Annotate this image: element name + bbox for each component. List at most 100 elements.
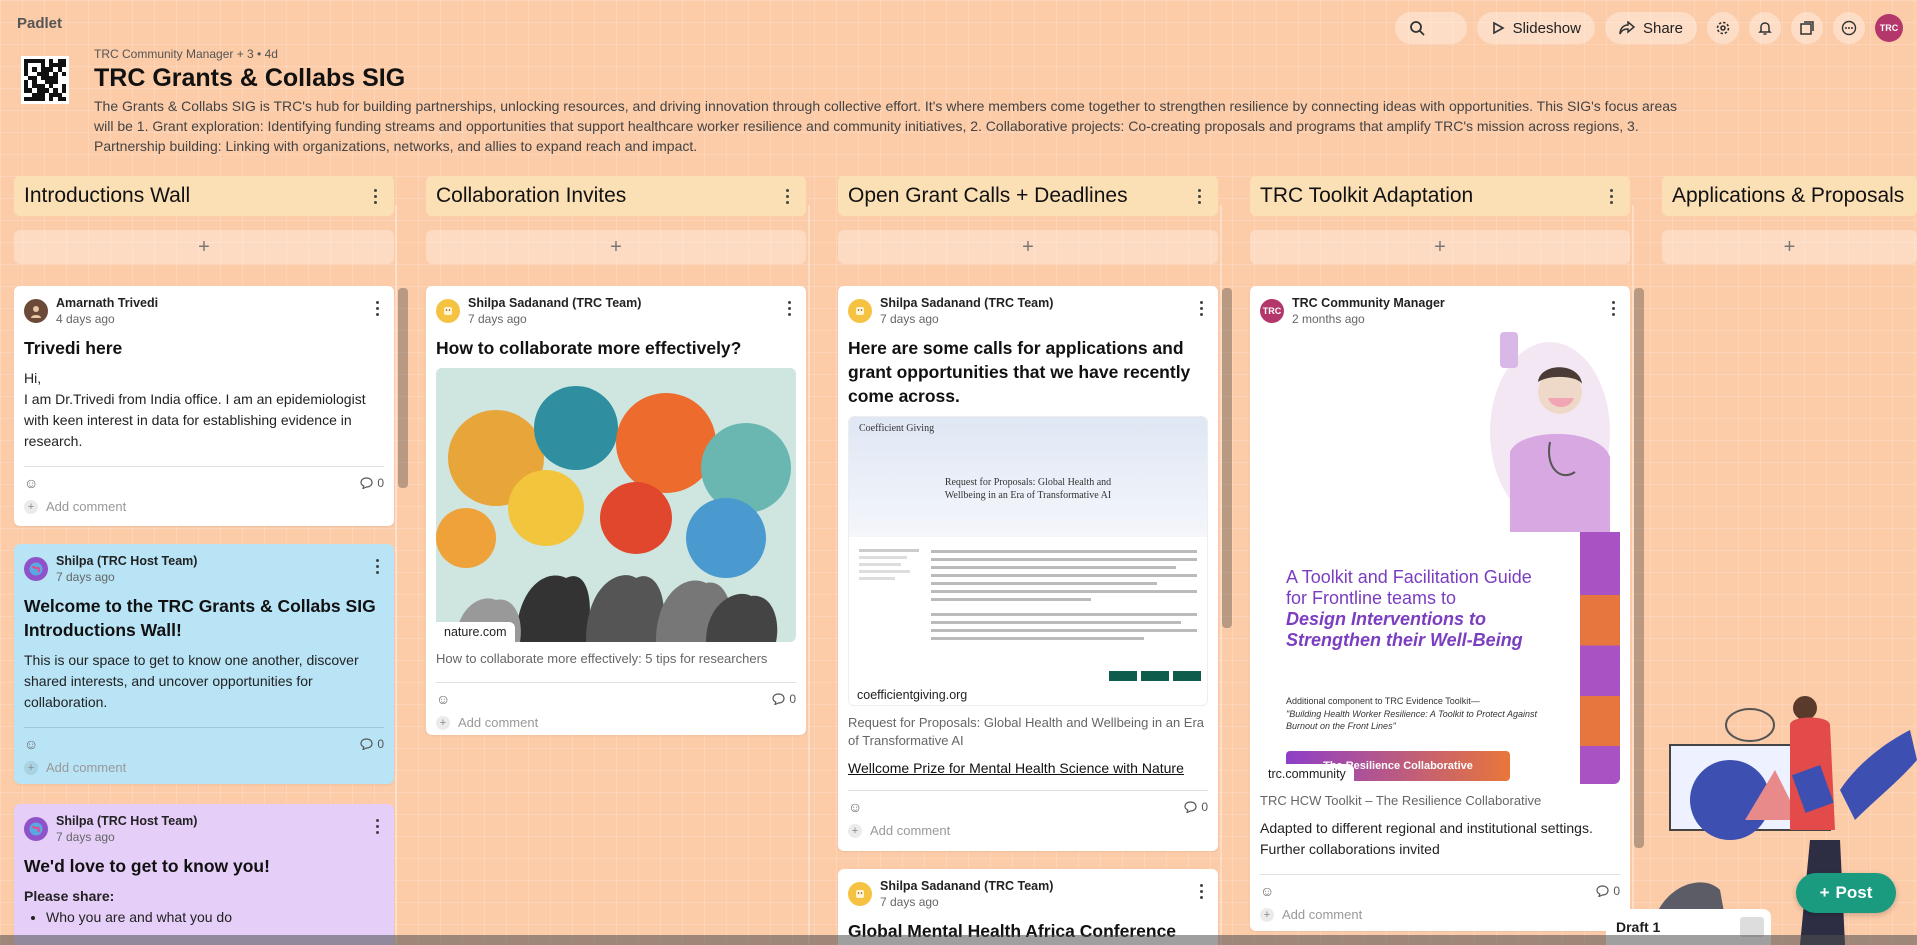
column-menu-icon[interactable] [1602,184,1620,208]
settings-button[interactable] [1707,12,1739,44]
add-reaction-icon[interactable]: ☺ [848,799,862,815]
smiley-icon [444,307,452,315]
link-caption[interactable]: How to collaborate more effectively: 5 t… [436,650,796,668]
add-comment-button[interactable]: + Add comment [848,823,1208,838]
padlet-logo[interactable]: Padlet [17,15,62,32]
post-menu-icon[interactable] [368,814,386,838]
post-author: TRC Community Manager [1292,296,1445,310]
column-title: Applications & Proposals [1672,184,1905,207]
column-scrollbar[interactable] [398,288,408,488]
post-card[interactable]: TRC TRC Community Manager 2 months ago A… [1250,286,1630,931]
author-avatar: TRC [1260,299,1284,323]
add-post-button[interactable]: + [1250,230,1630,264]
add-reaction-icon[interactable]: ☺ [1260,883,1274,899]
column-menu-icon[interactable] [366,184,384,208]
comment-count[interactable]: 0 [360,737,384,751]
column-title: Open Grant Calls + Deadlines [848,184,1128,207]
toolkit-cover-image[interactable]: A Toolkit and Facilitation Guide for Fro… [1260,332,1620,784]
add-reaction-icon[interactable]: ☺ [24,475,38,491]
column-introductions-wall: Introductions Wall + [14,176,394,264]
comment-icon [772,693,785,705]
column-open-grant-calls: Open Grant Calls + Deadlines + [838,176,1218,264]
link-caption[interactable]: TRC HCW Toolkit – The Resilience Collabo… [1260,792,1620,810]
post-title: Welcome to the TRC Grants & Collabs SIG … [24,596,376,640]
add-comment-button[interactable]: + Add comment [436,715,796,730]
post-author: Shilpa Sadanand (TRC Team) [468,296,642,310]
post-card[interactable]: Shilpa Sadanand (TRC Team) 7 days ago Gl… [838,869,1218,945]
qr-code[interactable] [21,56,69,104]
column-menu-icon[interactable] [1190,184,1208,208]
board-title: TRC Grants & Collabs SIG [94,64,406,92]
user-avatar[interactable]: TRC [1875,14,1903,42]
post-menu-icon[interactable] [368,554,386,578]
remake-icon [1800,21,1814,35]
link-preview-image[interactable]: nature.com [436,368,796,642]
column-trc-toolkit-adaptation: TRC Toolkit Adaptation + [1250,176,1630,264]
column-header: Open Grant Calls + Deadlines [838,176,1218,216]
share-button[interactable]: Share [1604,12,1697,44]
prize-link[interactable]: Wellcome Prize for Mental Health Science… [848,760,1208,776]
more-button[interactable] [1833,12,1865,44]
add-reaction-icon[interactable]: ☺ [24,736,38,752]
post-footer: ☺ 0 [848,790,1208,815]
add-comment-button[interactable]: + Add comment [1260,907,1620,922]
board-meta: TRC Community Manager + 3 • 4d [94,47,278,61]
add-post-button[interactable]: + [1662,230,1917,264]
notifications-button[interactable] [1749,12,1781,44]
post-body: Adapted to different regional and instit… [1260,820,1593,857]
post-menu-icon[interactable] [1192,879,1210,903]
add-comment-button[interactable]: + Add comment [24,499,384,514]
column-applications-proposals: Applications & Proposals + [1662,176,1917,264]
comment-count[interactable]: 0 [1184,800,1208,814]
post-card[interactable]: Shilpa Sadanand (TRC Team) 7 days ago Ho… [426,286,806,735]
preview-buttons [1109,671,1201,681]
post-card[interactable]: Shilpa Sadanand (TRC Team) 7 days ago He… [838,286,1218,851]
post-author: Shilpa Sadanand (TRC Team) [880,296,1054,310]
author-avatar [848,299,872,323]
horizontal-scrollbar[interactable] [0,935,1917,945]
cover-line-1: A Toolkit and Facilitation Guide for Fro… [1286,567,1532,608]
search-button[interactable] [1394,12,1467,44]
post-menu-icon[interactable] [1604,296,1622,320]
column-scrollbar[interactable] [1222,288,1232,628]
board-description: The Grants & Collabs SIG is TRC's hub fo… [94,98,1678,154]
post-menu-icon[interactable] [1192,296,1210,320]
column-collaboration-invites: Collaboration Invites + [426,176,806,264]
column-title: Introductions Wall [24,184,191,207]
post-card[interactable]: Shilpa (TRC Host Team) 7 days ago Welcom… [14,544,394,784]
add-post-button[interactable]: + [426,230,806,264]
post-author: Shilpa (TRC Host Team) [56,814,198,828]
link-domain: trc.community [1260,764,1354,784]
post-body: Hi, I am Dr.Trivedi from India office. I… [24,370,366,449]
post-button[interactable]: + Post [1796,873,1896,913]
column-header: Applications & Proposals [1662,176,1917,216]
draft-thumbnail [1740,917,1765,937]
preview-sidebar [859,545,919,645]
add-post-button[interactable]: + [838,230,1218,264]
cover-subtitle-2: "Building Health Worker Resilience: A To… [1286,709,1537,731]
column-header: Collaboration Invites [426,176,806,216]
add-comment-button[interactable]: + Add comment [24,760,384,775]
column-menu-icon[interactable] [778,184,796,208]
post-footer: ☺ 0 [436,682,796,707]
comment-count[interactable]: 0 [360,476,384,490]
add-post-button[interactable]: + [14,230,394,264]
remake-button[interactable] [1791,12,1823,44]
share-label: Share [1642,19,1683,37]
post-card[interactable]: Amarnath Trivedi 4 days ago Trivedi here… [14,286,394,526]
smiley-icon [856,307,864,315]
post-menu-icon[interactable] [368,296,386,320]
globe-icon [29,822,43,836]
more-horizontal-icon [1841,20,1857,36]
link-caption[interactable]: Request for Proposals: Global Health and… [848,714,1208,750]
post-card[interactable]: Shilpa (TRC Host Team) 7 days ago We'd l… [14,804,394,945]
slideshow-button[interactable]: Slideshow [1476,12,1595,44]
post-menu-icon[interactable] [780,296,798,320]
comment-count[interactable]: 0 [1596,884,1620,898]
comment-count[interactable]: 0 [772,692,796,706]
add-reaction-icon[interactable]: ☺ [436,691,450,707]
post-body: Please share: Who you are and what you d… [24,886,384,928]
link-preview-image[interactable]: Coefficient Giving Request for Proposals… [848,416,1208,706]
post-footer: ☺ 0 [24,727,384,752]
post-title: We'd love to get to know you! [24,856,270,876]
